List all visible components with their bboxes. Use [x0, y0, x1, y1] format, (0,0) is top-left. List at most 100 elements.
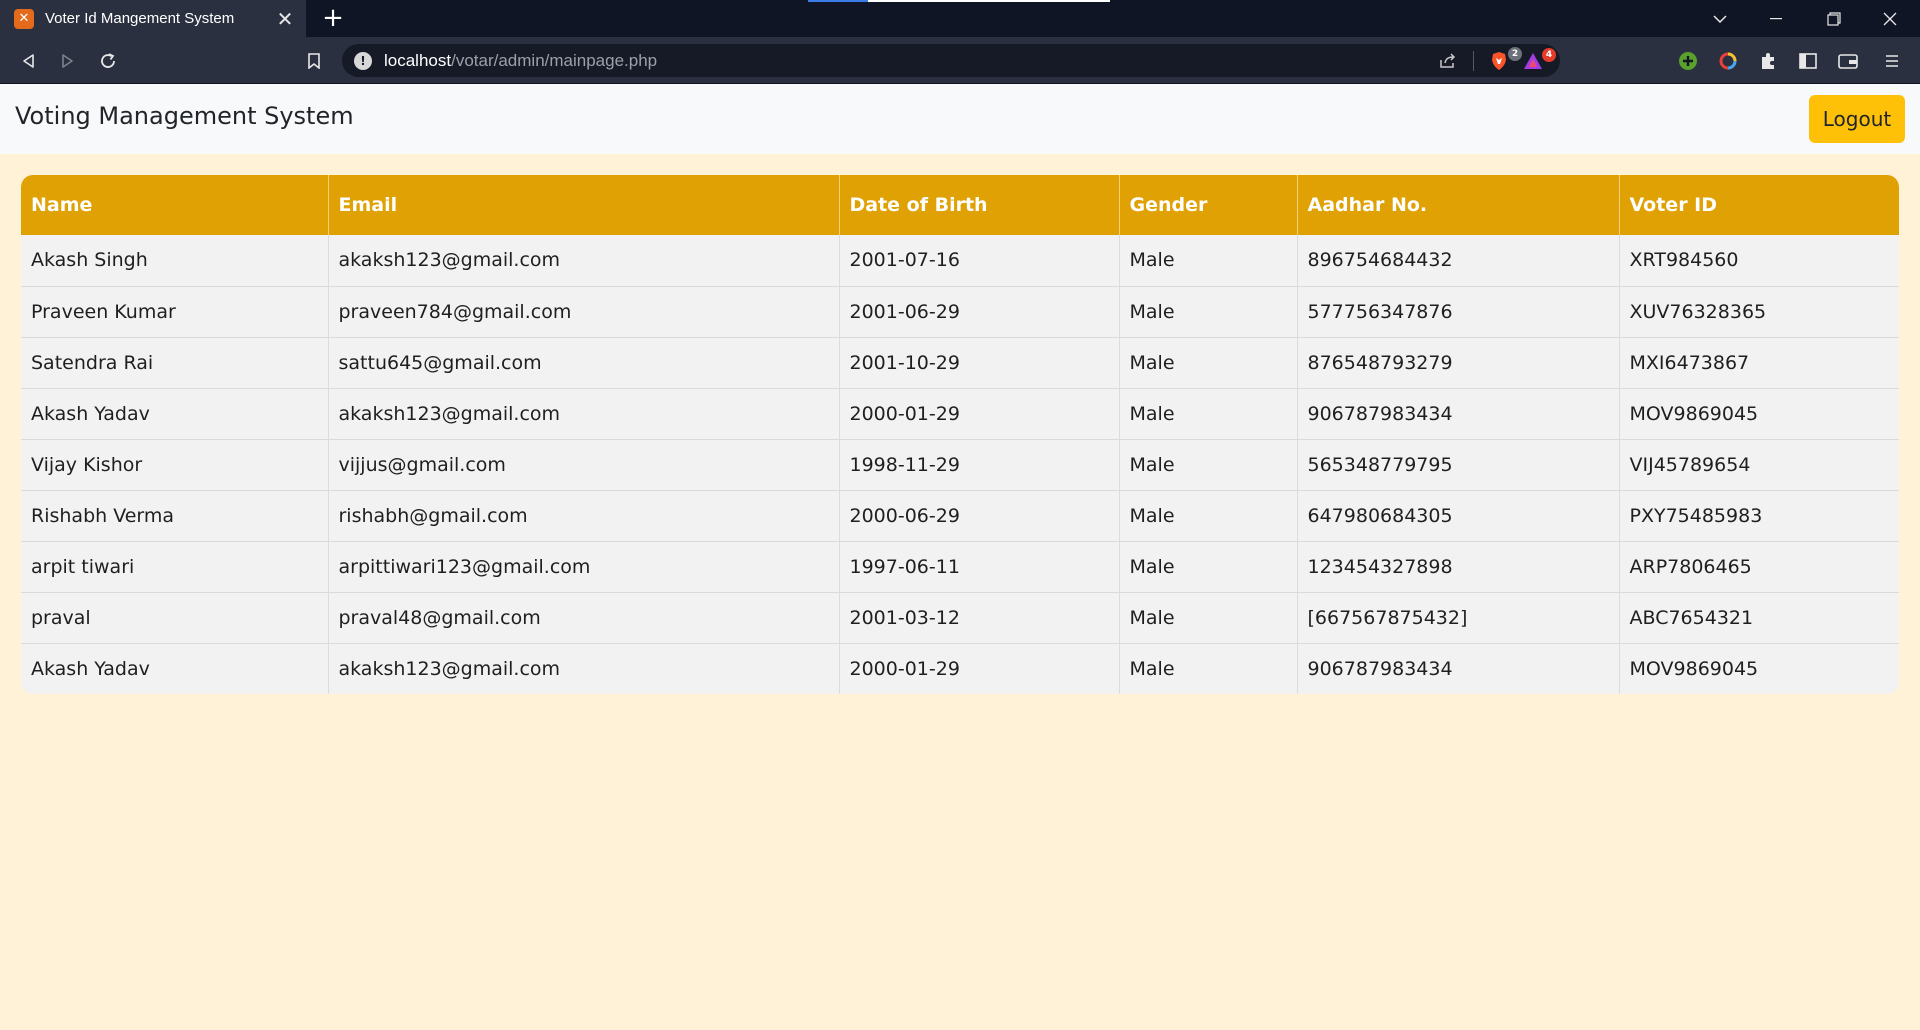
cell-dob: 1997-06-11: [839, 541, 1120, 593]
extension-green-icon[interactable]: [1668, 37, 1708, 84]
brave-shields-icon[interactable]: 2: [1482, 46, 1522, 71]
cell-email: akaksh123@gmail.com: [328, 235, 840, 287]
table-row: Akash Yadav akaksh123@gmail.com 2000-01-…: [21, 643, 1899, 694]
cell-name: praval: [21, 592, 329, 644]
url-text: localhost/votar/admin/mainpage.php: [384, 51, 657, 71]
back-icon[interactable]: [8, 37, 48, 84]
cell-email: arpittiwari123@gmail.com: [328, 541, 840, 593]
cell-dob: 2001-06-29: [839, 286, 1120, 338]
tab-search-icon[interactable]: [1692, 0, 1748, 37]
table-row: Rishabh Verma rishabh@gmail.com 2000-06-…: [21, 490, 1899, 542]
voter-table-container: Name Email Date of Birth Gender Aadhar N…: [21, 175, 1899, 694]
site-info-icon[interactable]: !: [354, 51, 372, 70]
column-header-gender: Gender: [1119, 175, 1298, 235]
cell-aadhar: [667567875432]: [1297, 592, 1620, 644]
cell-voter-id: MXI6473867: [1619, 337, 1899, 389]
cell-name: Vijay Kishor: [21, 439, 329, 491]
page-loading-indicator: [808, 0, 1110, 2]
cell-gender: Male: [1119, 388, 1298, 440]
cell-aadhar: 876548793279: [1297, 337, 1620, 389]
cell-email: praveen784@gmail.com: [328, 286, 840, 338]
column-header-voter-id: Voter ID: [1619, 175, 1899, 235]
restore-icon[interactable]: [1806, 0, 1862, 37]
table-row: Akash Singh akaksh123@gmail.com 2001-07-…: [21, 235, 1899, 287]
column-header-aadhar: Aadhar No.: [1297, 175, 1620, 235]
brave-rewards-icon[interactable]: 4: [1516, 47, 1556, 70]
cell-dob: 2000-06-29: [839, 490, 1120, 542]
new-tab-icon[interactable]: +: [318, 2, 348, 35]
tab-title: Voter Id Mangement System: [45, 10, 235, 27]
column-header-email: Email: [328, 175, 840, 235]
close-window-icon[interactable]: [1862, 0, 1918, 37]
address-bar[interactable]: ! localhost/votar/admin/mainpage.php 2 4: [342, 44, 1560, 77]
cell-gender: Male: [1119, 286, 1298, 338]
url-path: /votar/admin/mainpage.php: [451, 50, 658, 70]
cell-voter-id: PXY75485983: [1619, 490, 1899, 542]
browser-toolbar: ! localhost/votar/admin/mainpage.php 2 4: [0, 37, 1920, 84]
table-row: arpit tiwari arpittiwari123@gmail.com 19…: [21, 541, 1899, 593]
cell-aadhar: 906787983434: [1297, 388, 1620, 440]
cell-email: praval48@gmail.com: [328, 592, 840, 644]
wallet-icon[interactable]: [1828, 37, 1868, 84]
cell-voter-id: MOV9869045: [1629, 657, 1759, 680]
cell-name: Akash Yadav: [21, 643, 329, 694]
cell-name: arpit tiwari: [21, 541, 329, 593]
browser-tab-bar: ✕ Voter Id Mangement System ✕ +: [0, 0, 1920, 37]
url-host: localhost: [384, 50, 452, 70]
cell-dob: 2000-01-29: [839, 388, 1120, 440]
minimize-icon[interactable]: [1748, 0, 1804, 37]
cell-gender: Male: [1119, 235, 1298, 287]
navbar-brand[interactable]: Voting Management System: [15, 102, 354, 130]
bookmark-icon[interactable]: [294, 37, 334, 84]
cell-email: sattu645@gmail.com: [328, 337, 840, 389]
column-header-name: Name: [21, 175, 329, 235]
cell-aadhar: 123454327898: [1297, 541, 1620, 593]
cell-dob: 1998-11-29: [839, 439, 1120, 491]
cell-gender: Male: [1119, 643, 1298, 694]
reload-icon[interactable]: [88, 37, 128, 84]
close-tab-icon[interactable]: ✕: [270, 7, 300, 31]
forward-icon[interactable]: [48, 37, 88, 84]
cell-aadhar: 896754684432: [1297, 235, 1620, 287]
table-header-row: Name Email Date of Birth Gender Aadhar N…: [21, 175, 1899, 235]
cell-aadhar: 647980684305: [1297, 490, 1620, 542]
table-row: Akash Yadav akaksh123@gmail.com 2000-01-…: [21, 388, 1899, 440]
cell-voter-id: ABC7654321: [1619, 592, 1899, 644]
cell-email: vijjus@gmail.com: [328, 439, 840, 491]
extension-color-ring-icon[interactable]: [1708, 37, 1748, 84]
extensions-puzzle-icon[interactable]: [1748, 37, 1788, 84]
cell-voter-id: ARP7806465: [1619, 541, 1899, 593]
cell-gender: Male: [1119, 541, 1298, 593]
cell-email: akaksh123@gmail.com: [328, 388, 840, 440]
cell-gender: Male: [1119, 592, 1298, 644]
cell-voter-id: XRT984560: [1619, 235, 1899, 287]
cell-dob: 2001-10-29: [839, 337, 1120, 389]
menu-icon[interactable]: [1872, 37, 1912, 84]
table-row: Vijay Kishor vijjus@gmail.com 1998-11-29…: [21, 439, 1899, 491]
cell-email: akaksh123@gmail.com: [328, 643, 840, 694]
cell-voter-id: MOV9869045: [1619, 388, 1899, 440]
logout-button[interactable]: Logout: [1809, 95, 1905, 143]
cell-aadhar: 565348779795: [1297, 439, 1620, 491]
share-icon[interactable]: [1431, 52, 1465, 69]
column-header-dob: Date of Birth: [839, 175, 1120, 235]
cell-aadhar: 577756347876: [1297, 286, 1620, 338]
address-bar-actions: 2 4: [1431, 44, 1560, 77]
browser-tab[interactable]: ✕ Voter Id Mangement System ✕: [0, 0, 306, 37]
voter-table: Name Email Date of Birth Gender Aadhar N…: [21, 175, 1899, 694]
cell-dob: 2001-03-12: [839, 592, 1120, 644]
sidebar-toggle-icon[interactable]: [1788, 37, 1828, 84]
table-row: praval praval48@gmail.com 2001-03-12 Mal…: [21, 592, 1899, 644]
cell-voter-id: XUV76328365: [1619, 286, 1899, 338]
xampp-icon: ✕: [14, 8, 34, 29]
cell-gender: Male: [1119, 337, 1298, 389]
cell-name: Akash Yadav: [21, 388, 329, 440]
address-divider: [1473, 50, 1474, 71]
brave-rewards-badge: 4: [1542, 47, 1556, 62]
cell-voter-id: VIJ45789654: [1619, 439, 1899, 491]
cell-name: Rishabh Verma: [21, 490, 329, 542]
cell-name: Satendra Rai: [21, 337, 329, 389]
cell-name: Praveen Kumar: [21, 286, 329, 338]
table-row: Praveen Kumar praveen784@gmail.com 2001-…: [21, 286, 1899, 338]
cell-dob: 2001-07-16: [839, 235, 1120, 287]
